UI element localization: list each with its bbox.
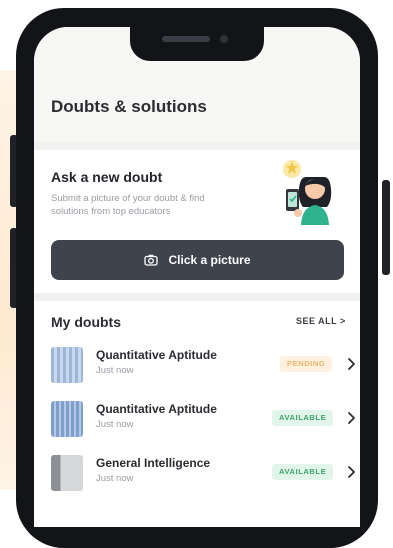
doubt-thumbnail — [51, 401, 83, 437]
front-camera — [220, 35, 228, 43]
click-picture-button[interactable]: Click a picture — [51, 240, 344, 280]
doubt-list-item[interactable]: Quantitative Aptitude Just now PENDING — [34, 343, 360, 391]
doubt-thumbnail — [51, 455, 83, 491]
shirt-shape — [301, 205, 329, 225]
section-divider — [34, 293, 360, 301]
chevron-right-icon — [348, 466, 355, 478]
doubt-time: Just now — [96, 473, 134, 484]
section-divider — [34, 142, 360, 150]
click-picture-label: Click a picture — [168, 253, 251, 267]
doubt-time: Just now — [96, 365, 134, 376]
camera-icon — [144, 254, 159, 266]
hand-shape — [294, 209, 302, 217]
doubt-thumbnail — [51, 347, 83, 383]
my-doubts-title: My doubts — [51, 314, 121, 330]
doubt-list-item[interactable]: Quantitative Aptitude Just now AVAILABLE — [34, 397, 360, 445]
doubt-subject: Quantitative Aptitude — [96, 402, 217, 416]
speaker-grille — [162, 36, 210, 42]
see-all-link[interactable]: SEE ALL > — [296, 316, 346, 326]
page-title: Doubts & solutions — [51, 97, 207, 116]
doubt-list-item[interactable]: General Intelligence Just now AVAILABLE — [34, 451, 360, 499]
chevron-right-icon — [348, 358, 355, 370]
ask-doubt-subtitle: Submit a picture of your doubt & find so… — [51, 193, 205, 217]
chevron-right-icon — [348, 412, 355, 424]
doubt-subject: Quantitative Aptitude — [96, 348, 217, 362]
status-badge: PENDING — [280, 356, 333, 372]
phone-screen: Doubts & solutions Ask a new doubt Submi… — [34, 27, 360, 527]
student-illustration — [283, 160, 332, 225]
status-badge: AVAILABLE — [272, 410, 334, 426]
status-badge: AVAILABLE — [272, 464, 334, 480]
doubt-time: Just now — [96, 419, 134, 430]
ask-doubt-title: Ask a new doubt — [51, 169, 163, 185]
phone-power-button — [382, 180, 390, 275]
phone-notch — [130, 27, 264, 61]
doubt-subject: General Intelligence — [96, 456, 211, 470]
